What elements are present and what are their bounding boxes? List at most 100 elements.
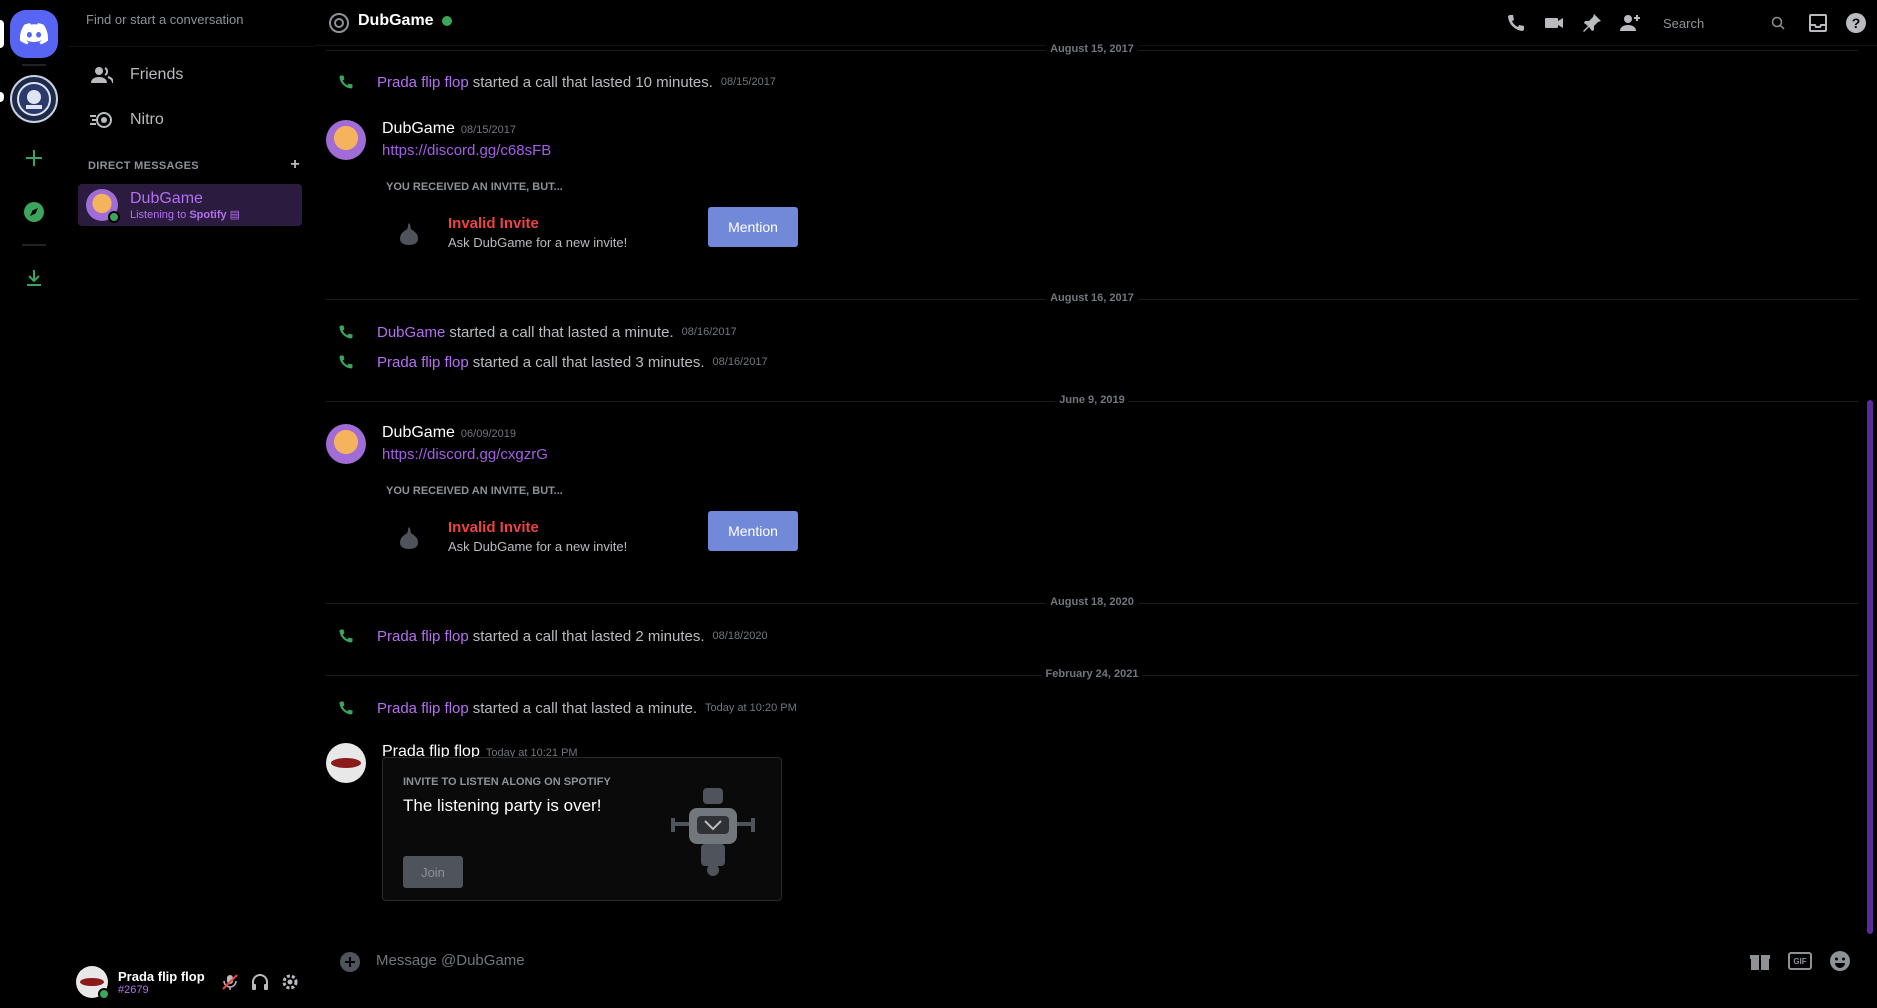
- user-name: Prada flip flop: [118, 968, 205, 984]
- video-call-icon[interactable]: [1543, 12, 1565, 34]
- search-input[interactable]: Search: [1657, 11, 1791, 35]
- call-system-message: Prada flip flop started a call that last…: [334, 353, 768, 371]
- dm-status-app: Spotify: [189, 208, 227, 221]
- phone-call-icon: [339, 701, 353, 715]
- svg-text:?: ?: [1852, 15, 1861, 31]
- call-user-link[interactable]: Prada flip flop: [377, 74, 469, 91]
- user-panel: Prada flip flop #2679: [68, 956, 314, 1008]
- join-button[interactable]: Join: [403, 856, 463, 888]
- nav-friends-label: Friends: [130, 66, 184, 83]
- nav-friends[interactable]: Friends: [90, 55, 183, 95]
- call-text: started a call that lasted 3 minutes.: [472, 353, 705, 371]
- date-divider-label: August 16, 2017: [1046, 292, 1138, 304]
- timestamp: 08/15/2017: [460, 124, 516, 136]
- download-apps-button[interactable]: [10, 254, 58, 302]
- online-status-icon: [441, 16, 452, 26]
- create-dm-plus-icon[interactable]: +: [290, 157, 300, 173]
- online-status-icon: [108, 211, 120, 223]
- explore-servers-button[interactable]: [10, 188, 58, 236]
- call-user-link[interactable]: DubGame: [377, 324, 445, 341]
- headphones-icon[interactable]: [251, 973, 269, 991]
- dm-item-name: DubGame: [130, 189, 203, 207]
- server-icon[interactable]: [10, 75, 58, 123]
- inbox-icon[interactable]: [1807, 12, 1829, 34]
- search-placeholder: Search: [1663, 15, 1705, 31]
- user-tag: #2679: [118, 983, 149, 996]
- help-icon[interactable]: ?: [1845, 12, 1867, 34]
- chat-main: DubGame Search ? August 15, 2017 Prada f…: [314, 0, 1877, 1008]
- invite-subtitle: Ask DubGame for a new invite!: [448, 235, 628, 250]
- mention-button[interactable]: Mention: [708, 511, 798, 551]
- avatar[interactable]: [326, 743, 366, 783]
- pinned-messages-icon[interactable]: [1581, 12, 1603, 34]
- call-system-message: DubGame started a call that lasted a min…: [334, 323, 737, 341]
- call-user-link[interactable]: Prada flip flop: [377, 354, 469, 371]
- avatar[interactable]: [326, 120, 366, 160]
- timestamp: 08/18/2020: [712, 630, 768, 642]
- call-text: started a call that lasted a minute.: [472, 699, 698, 717]
- voice-call-icon[interactable]: [1505, 12, 1527, 34]
- date-divider: February 24, 2021: [326, 668, 1858, 680]
- date-divider-label: August 18, 2020: [1046, 596, 1138, 608]
- mention-button[interactable]: Mention: [708, 207, 798, 247]
- add-server-button[interactable]: [10, 134, 58, 182]
- discord-logo-icon: [20, 23, 48, 45]
- message-input[interactable]: Message @DubGame: [376, 952, 525, 969]
- at-mention-icon: [329, 13, 349, 33]
- gift-icon[interactable]: [1748, 949, 1772, 973]
- emoji-icon[interactable]: [1828, 949, 1852, 973]
- call-system-message: Prada flip flop started a call that last…: [334, 627, 768, 645]
- nav-nitro[interactable]: Nitro: [90, 100, 164, 140]
- sidebar-divider: [68, 46, 314, 47]
- online-status-icon: [98, 988, 110, 1000]
- direct-messages-label: DIRECT MESSAGES: [88, 160, 199, 172]
- dm-item-dubgame[interactable]: DubGame Listening to Spotify ▤: [78, 184, 302, 226]
- search-icon: [1771, 16, 1785, 30]
- date-divider: August 18, 2020: [326, 596, 1858, 608]
- phone-call-icon: [339, 325, 353, 339]
- date-divider-label: June 9, 2019: [1055, 394, 1129, 406]
- conversation-search-input[interactable]: Find or start a conversation: [86, 12, 244, 27]
- timestamp: 08/15/2017: [720, 76, 776, 88]
- plus-icon: [26, 150, 42, 166]
- direct-messages-header: DIRECT MESSAGES +: [88, 157, 300, 173]
- mute-microphone-icon[interactable]: [221, 973, 239, 991]
- rail-divider: [22, 244, 46, 246]
- date-divider: August 15, 2017: [326, 43, 1858, 55]
- call-user-link[interactable]: Prada flip flop: [377, 628, 469, 645]
- dm-sidebar: Find or start a conversation Friends Nit…: [68, 0, 314, 1008]
- call-system-message: Prada flip flop started a call that last…: [334, 699, 797, 717]
- call-user-link[interactable]: Prada flip flop: [377, 700, 469, 717]
- invite-header: YOU RECEIVED AN INVITE, BUT...: [386, 181, 563, 193]
- phone-call-icon: [339, 629, 353, 643]
- nav-nitro-label: Nitro: [130, 111, 164, 128]
- user-avatar[interactable]: [76, 966, 110, 1000]
- settings-gear-icon[interactable]: [281, 973, 299, 991]
- message-author[interactable]: DubGame: [382, 424, 455, 441]
- download-icon: [27, 270, 41, 286]
- date-divider-label: August 15, 2017: [1046, 43, 1138, 55]
- avatar[interactable]: [326, 424, 366, 464]
- attach-plus-icon[interactable]: [338, 950, 362, 974]
- date-divider-label: February 24, 2021: [1041, 668, 1143, 680]
- date-divider: August 16, 2017: [326, 292, 1858, 304]
- spotify-embed-title: The listening party is over!: [403, 796, 602, 815]
- avatar: [86, 189, 120, 223]
- compass-icon: [24, 202, 44, 222]
- invite-link[interactable]: https://discord.gg/cxgzrG: [382, 446, 548, 463]
- nitro-icon: [90, 108, 114, 132]
- phone-call-icon: [339, 355, 353, 369]
- invite-embed: YOU RECEIVED AN INVITE, BUT... Invalid I…: [384, 485, 816, 581]
- invalid-invite-icon: [400, 223, 418, 245]
- channel-name: DubGame: [358, 12, 434, 29]
- message-author[interactable]: DubGame: [382, 120, 455, 137]
- scrollbar[interactable]: [1867, 400, 1873, 934]
- home-button[interactable]: [10, 10, 58, 58]
- gif-icon[interactable]: GIF: [1788, 952, 1812, 970]
- invite-link[interactable]: https://discord.gg/c68sFB: [382, 142, 551, 159]
- dm-item-status: Listening to Spotify ▤: [130, 208, 240, 221]
- add-friend-to-dm-icon[interactable]: [1619, 12, 1641, 34]
- friends-icon: [90, 63, 114, 87]
- server-emblem-icon: [17, 82, 51, 116]
- date-divider: June 9, 2019: [326, 394, 1858, 406]
